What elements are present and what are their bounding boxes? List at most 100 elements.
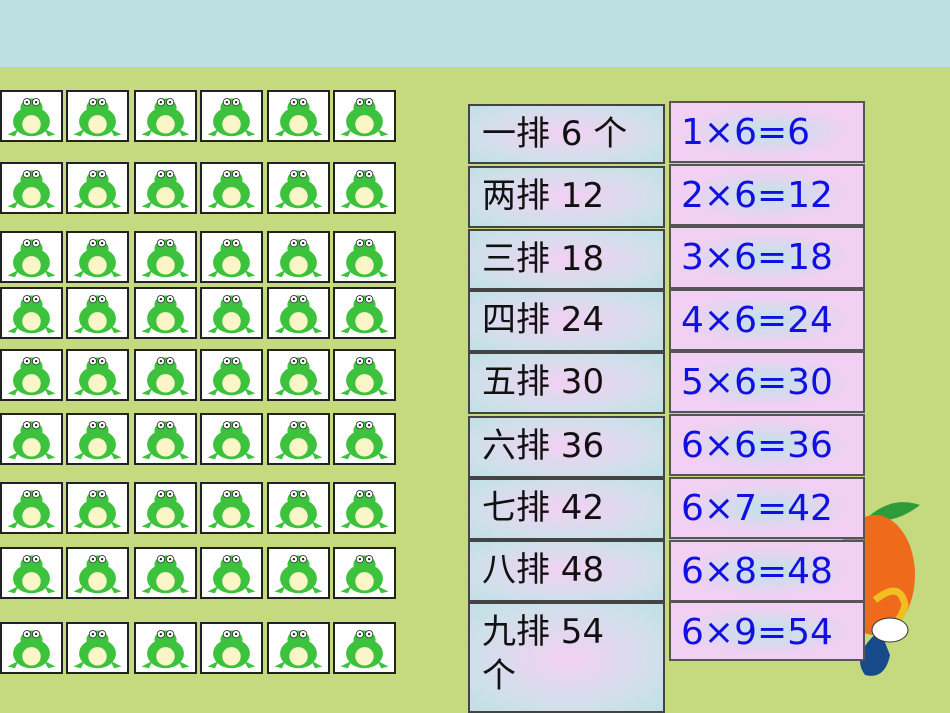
multiplication-equation: 6×7=42 (669, 477, 865, 539)
frog-icon (73, 630, 122, 669)
frog-icon (73, 295, 122, 334)
frog-icon (274, 357, 323, 396)
frog-card (134, 482, 197, 534)
frog-icon (141, 555, 190, 594)
multiplication-equation: 6×6=36 (669, 414, 865, 476)
frog-icon (141, 421, 190, 460)
frog-card (267, 547, 330, 599)
frog-icon (7, 239, 56, 278)
frog-card (200, 162, 263, 214)
frog-card (66, 622, 129, 674)
frog-card (200, 349, 263, 401)
frog-card (267, 413, 330, 465)
frog-card (66, 231, 129, 283)
frog-card (66, 287, 129, 339)
frog-icon (207, 555, 256, 594)
frog-icon (73, 421, 122, 460)
multiplication-equation: 3×6=18 (669, 226, 865, 289)
title-band (0, 0, 950, 67)
frog-card (134, 547, 197, 599)
row-count-label: 六排 36 (468, 416, 665, 478)
row-count-label: 五排 30 (468, 352, 665, 414)
frog-card (200, 547, 263, 599)
frog-card (333, 349, 396, 401)
frog-icon (73, 357, 122, 396)
frog-icon (274, 170, 323, 209)
frog-card (267, 622, 330, 674)
frog-icon (207, 490, 256, 529)
frog-card (66, 547, 129, 599)
frog-card (267, 90, 330, 142)
frog-card (200, 90, 263, 142)
frog-icon (207, 357, 256, 396)
frog-icon (73, 555, 122, 594)
frog-card (134, 231, 197, 283)
frog-icon (73, 490, 122, 529)
frog-card (333, 622, 396, 674)
frog-card (134, 90, 197, 142)
frog-icon (141, 239, 190, 278)
frog-card (333, 231, 396, 283)
frog-card (333, 287, 396, 339)
frog-icon (340, 239, 389, 278)
frog-icon (340, 98, 389, 137)
frog-icon (207, 421, 256, 460)
frog-icon (207, 630, 256, 669)
frog-icon (73, 98, 122, 137)
frog-icon (141, 490, 190, 529)
frog-card (134, 413, 197, 465)
frog-icon (141, 630, 190, 669)
frog-icon (73, 170, 122, 209)
multiplication-equation: 6×9=54 (669, 601, 865, 661)
frog-icon (274, 239, 323, 278)
frog-card (0, 287, 63, 339)
frog-card (200, 231, 263, 283)
frog-icon (207, 170, 256, 209)
multiplication-equation: 2×6=12 (669, 164, 865, 226)
frog-icon (274, 630, 323, 669)
frog-card (267, 231, 330, 283)
row-count-label: 一排 6 个 (468, 104, 665, 164)
frog-icon (141, 98, 190, 137)
row-count-label: 九排 54 个 (468, 602, 665, 713)
frog-card (134, 162, 197, 214)
frog-icon (274, 555, 323, 594)
frog-icon (7, 490, 56, 529)
row-count-label: 三排 18 (468, 229, 665, 290)
frog-card (0, 622, 63, 674)
frog-card (134, 349, 197, 401)
frog-card (66, 349, 129, 401)
frog-icon (7, 630, 56, 669)
frog-icon (340, 421, 389, 460)
frog-card (134, 622, 197, 674)
frog-card (200, 287, 263, 339)
frog-icon (207, 98, 256, 137)
frog-icon (274, 421, 323, 460)
frog-icon (207, 239, 256, 278)
multiplication-equation: 1×6=6 (669, 101, 865, 163)
frog-icon (7, 295, 56, 334)
frog-card (200, 482, 263, 534)
frog-icon (274, 295, 323, 334)
frog-icon (7, 170, 56, 209)
frog-icon (340, 630, 389, 669)
frog-card (267, 482, 330, 534)
frog-card (333, 482, 396, 534)
frog-card (200, 413, 263, 465)
frog-card (267, 287, 330, 339)
frog-icon (141, 295, 190, 334)
frog-card (66, 482, 129, 534)
frog-icon (7, 421, 56, 460)
row-count-label: 七排 42 (468, 478, 665, 540)
frog-card (200, 622, 263, 674)
frog-card (0, 349, 63, 401)
frog-card (0, 482, 63, 534)
frog-icon (340, 170, 389, 209)
frog-icon (340, 295, 389, 334)
row-count-label: 八排 48 (468, 540, 665, 602)
frog-card (333, 413, 396, 465)
frog-icon (7, 357, 56, 396)
row-count-label: 两排 12 (468, 166, 665, 228)
frog-icon (340, 555, 389, 594)
frog-icon (274, 98, 323, 137)
